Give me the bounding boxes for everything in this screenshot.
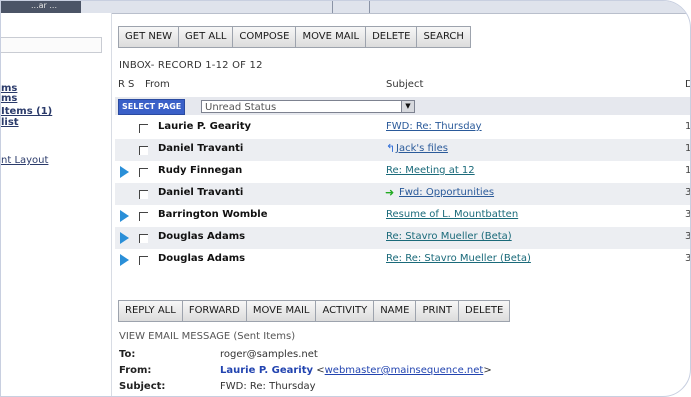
col-r[interactable]: R	[118, 79, 125, 90]
delete-button[interactable]: DELETE	[365, 26, 418, 48]
sidebar: ms ms Items (1) list nt Layout	[1, 13, 112, 396]
move-mail-button[interactable]: MOVE MAIL	[295, 26, 367, 48]
message-row[interactable]: Daniel Travanti ↰ Jack's files 1/	[115, 139, 691, 161]
sidebar-search-input[interactable]	[1, 37, 102, 53]
from-email-link[interactable]: webmaster@mainsequence.net	[325, 365, 484, 376]
from-open-bracket: <	[316, 365, 325, 376]
message-row[interactable]: Barrington Womble Resume of L. Mountbatt…	[115, 205, 691, 227]
flag-icon	[120, 232, 129, 244]
row-checkbox[interactable]	[139, 124, 148, 133]
delete-button[interactable]: DELETE	[458, 300, 511, 322]
row-checkbox[interactable]	[139, 212, 148, 221]
bottom-toolbar: REPLY ALL FORWARD MOVE MAIL ACTIVITY NAM…	[118, 300, 511, 322]
message-row[interactable]: Laurie P. Gearity FWD: Re: Thursday 1/	[115, 117, 691, 139]
name-button[interactable]: NAME	[373, 300, 417, 322]
app-window: ...ar ... ms ms Items (1) list nt Layout…	[0, 0, 691, 397]
window-title: ...ar ...	[31, 1, 57, 10]
row-checkbox[interactable]	[139, 146, 148, 155]
inbox-record-label: INBOX- RECORD 1-12 OF 12	[119, 60, 263, 71]
row-subject[interactable]: Re: Re: Stavro Mueller (Beta)	[386, 253, 531, 264]
row-date: 1/	[685, 121, 691, 132]
row-checkbox[interactable]	[139, 234, 148, 243]
row-from: Daniel Travanti	[158, 143, 244, 154]
col-s[interactable]: S	[128, 79, 134, 90]
row-subject[interactable]: Fwd: Opportunities	[399, 187, 494, 198]
print-button[interactable]: PRINT	[415, 300, 459, 322]
forward-button[interactable]: FORWARD	[181, 300, 247, 322]
row-from: Douglas Adams	[158, 231, 246, 242]
row-checkbox[interactable]	[139, 190, 148, 199]
row-date: 1/	[685, 143, 691, 154]
status-select-value: Unread Status	[205, 102, 277, 113]
from-name: Laurie P. Gearity	[220, 365, 314, 376]
row-date: 3/	[685, 253, 691, 264]
row-from: Barrington Womble	[158, 209, 268, 220]
sidebar-item-list[interactable]: list	[1, 117, 19, 128]
to-value: roger@samples.net	[220, 349, 318, 360]
flag-icon	[120, 210, 129, 222]
message-row[interactable]: Douglas Adams Re: Stavro Mueller (Beta) …	[115, 227, 691, 249]
row-date: 3/	[685, 231, 691, 242]
flag-icon	[120, 166, 129, 178]
sidebar-item-2[interactable]: ms	[1, 93, 17, 104]
col-from[interactable]: From	[145, 79, 170, 90]
reply-all-button[interactable]: REPLY ALL	[118, 300, 183, 322]
row-from: Rudy Finnegan	[158, 165, 243, 176]
get-all-button[interactable]: GET ALL	[178, 26, 234, 48]
mail-main: GET NEW GET ALL COMPOSE MOVE MAIL DELETE…	[115, 13, 691, 396]
forward-arrow-icon: ➜	[385, 186, 395, 199]
row-subject[interactable]: Jack's files	[396, 143, 448, 154]
top-toolbar: GET NEW GET ALL COMPOSE MOVE MAIL DELETE…	[118, 26, 471, 48]
get-new-button[interactable]: GET NEW	[118, 26, 180, 48]
row-from: Daniel Travanti	[158, 187, 244, 198]
from-value: Laurie P. Gearity <webmaster@mainsequenc…	[220, 365, 492, 376]
subject-value: FWD: Re: Thursday	[220, 381, 316, 392]
row-date: 3/	[685, 209, 691, 220]
filter-row: SELECT PAGE Unread Status ▼	[115, 97, 690, 115]
compose-button[interactable]: COMPOSE	[232, 26, 297, 48]
row-from: Douglas Adams	[158, 253, 246, 264]
col-subject[interactable]: Subject	[386, 79, 423, 90]
row-date: 3/	[685, 187, 691, 198]
to-label: To:	[119, 349, 136, 360]
column-header: R S From Subject D	[115, 79, 690, 93]
row-subject[interactable]: Re: Meeting at 12	[386, 165, 475, 176]
move-mail-button[interactable]: MOVE MAIL	[245, 300, 317, 322]
search-button[interactable]: SEARCH	[416, 26, 471, 48]
message-row[interactable]: Rudy Finnegan Re: Meeting at 12 1/	[115, 161, 691, 183]
subject-label: Subject:	[119, 381, 166, 392]
row-date: 1/	[685, 165, 691, 176]
chevron-down-icon[interactable]: ▼	[401, 101, 414, 112]
message-row[interactable]: Daniel Travanti ➜ Fwd: Opportunities 3/	[115, 183, 691, 205]
view-message-title: VIEW EMAIL MESSAGE (Sent Items)	[119, 331, 296, 342]
col-date[interactable]: D	[685, 79, 690, 90]
row-subject[interactable]: Re: Stavro Mueller (Beta)	[386, 231, 512, 242]
select-page-button[interactable]: SELECT PAGE	[118, 99, 186, 115]
row-subject[interactable]: Resume of L. Mountbatten	[386, 209, 518, 220]
row-from: Laurie P. Gearity	[158, 121, 252, 132]
status-select[interactable]: Unread Status ▼	[201, 100, 415, 113]
message-row[interactable]: Douglas Adams Re: Re: Stavro Mueller (Be…	[115, 249, 691, 267]
row-checkbox[interactable]	[139, 256, 148, 265]
flag-icon	[120, 254, 129, 266]
from-close-bracket: >	[483, 365, 492, 376]
sidebar-item-sent-items[interactable]: Items (1)	[1, 106, 52, 117]
from-label: From:	[119, 365, 152, 376]
reply-arrow-icon: ↰	[386, 142, 396, 155]
row-subject[interactable]: FWD: Re: Thursday	[386, 121, 482, 132]
row-checkbox[interactable]	[139, 168, 148, 177]
activity-button[interactable]: ACTIVITY	[315, 300, 375, 322]
sidebar-item-layout[interactable]: nt Layout	[1, 155, 48, 166]
